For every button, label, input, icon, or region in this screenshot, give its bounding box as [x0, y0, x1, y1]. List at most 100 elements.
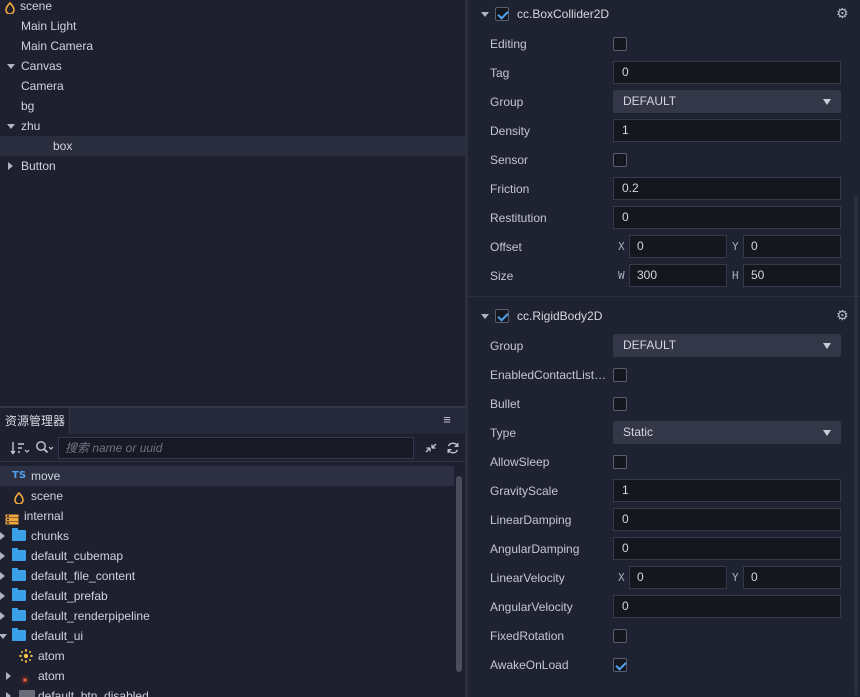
hierarchy-node-label: Canvas [21, 59, 62, 73]
refresh-icon[interactable] [446, 440, 460, 456]
friction-input[interactable]: 0.2 [613, 177, 841, 200]
prop-awake: AwakeOnLoad [468, 650, 860, 679]
prop-label: Size [490, 269, 514, 283]
chevron-down-icon[interactable] [6, 116, 16, 136]
size-h-input[interactable]: 50 [743, 264, 841, 287]
group-select[interactable]: DEFAULT [613, 90, 841, 113]
chevron-right-icon[interactable] [0, 566, 8, 586]
chevron-down-icon[interactable] [480, 4, 490, 24]
hierarchy-node-label: Main Camera [21, 39, 94, 53]
chevron-right-icon[interactable] [0, 586, 8, 606]
editing-checkbox[interactable] [613, 37, 627, 51]
density-input[interactable]: 1 [613, 119, 841, 142]
tag-input[interactable]: 0 [613, 61, 841, 84]
prop-label: AllowSleep [490, 455, 550, 469]
asset-item[interactable]: TS move [0, 466, 454, 486]
contact-listener-checkbox[interactable] [613, 368, 627, 382]
gear-icon[interactable]: ⚙ [836, 6, 850, 20]
asset-item-label: default_prefab [31, 589, 108, 603]
offset-x-input[interactable]: 0 [629, 235, 727, 258]
gravity-input[interactable]: 1 [613, 479, 841, 502]
rigid-body-enabled-checkbox[interactable] [495, 309, 509, 323]
asset-scrollbar[interactable] [455, 464, 463, 697]
awake-checkbox[interactable] [613, 658, 627, 672]
angulardamp-input[interactable]: 0 [613, 537, 841, 560]
prop-angularvel: AngularVelocity 0 [468, 592, 860, 621]
chevron-down-icon[interactable] [480, 306, 490, 326]
component-separator [468, 296, 860, 297]
bullet-checkbox[interactable] [613, 397, 627, 411]
hierarchy-node[interactable]: Camera [0, 76, 465, 96]
asset-item[interactable]: scene [0, 486, 454, 506]
prop-label: Editing [490, 37, 527, 51]
rb-group-select[interactable]: DEFAULT [613, 334, 841, 357]
sensor-checkbox[interactable] [613, 153, 627, 167]
hierarchy-node[interactable]: Main Light [0, 16, 465, 36]
prop-bullet: Bullet [468, 389, 860, 418]
asset-item[interactable]: default_renderpipeline [0, 606, 454, 626]
asset-item[interactable]: default_btn_disabled [0, 686, 454, 697]
lineardamp-input[interactable]: 0 [613, 508, 841, 531]
fixedrot-checkbox[interactable] [613, 629, 627, 643]
chevron-down-icon[interactable] [6, 56, 16, 76]
asset-item[interactable]: internal [0, 506, 454, 526]
chevron-right-icon[interactable] [0, 606, 8, 626]
sort-icon[interactable] [10, 440, 30, 456]
asset-item[interactable]: atom [0, 646, 454, 666]
angularvel-input[interactable]: 0 [613, 595, 841, 618]
asset-scrollbar-thumb[interactable] [456, 476, 462, 672]
prop-contact-listener: EnabledContactListener [468, 360, 860, 389]
asset-item-label: internal [24, 509, 64, 523]
inspector-scrollbar[interactable] [854, 195, 858, 695]
collapse-icon[interactable] [424, 440, 438, 456]
prop-label: Bullet [490, 397, 521, 411]
hierarchy-node[interactable]: scene [0, 0, 465, 16]
group-select-value: DEFAULT [623, 94, 677, 108]
hierarchy-node[interactable]: zhu [0, 116, 465, 136]
hamburger-icon[interactable]: ≡ [439, 412, 455, 428]
chevron-right-icon[interactable] [4, 666, 14, 686]
asset-panel: 资源管理器 ≡ TS move scene internal chunks default… [0, 406, 465, 697]
hierarchy-node[interactable]: Canvas [0, 56, 465, 76]
type-select[interactable]: Static [613, 421, 841, 444]
offset-y-input[interactable]: 0 [743, 235, 841, 258]
asset-item[interactable]: default_ui [0, 626, 454, 646]
size-w-input[interactable]: 300 [629, 264, 727, 287]
folder-icon [12, 528, 26, 541]
hierarchy-node[interactable]: Button [0, 156, 465, 176]
linearvel-y-input[interactable]: 0 [743, 566, 841, 589]
asset-item[interactable]: default_cubemap [0, 546, 454, 566]
search-filter-icon[interactable] [35, 440, 55, 456]
size-h-label: H [732, 269, 739, 282]
rb-group-select-value: DEFAULT [623, 338, 677, 352]
tab-asset-manager[interactable]: 资源管理器 [0, 408, 70, 434]
box-collider-header[interactable]: cc.BoxCollider2D ⚙ [468, 0, 860, 28]
allowsleep-checkbox[interactable] [613, 455, 627, 469]
gear-icon[interactable]: ⚙ [836, 308, 850, 322]
box-collider-enabled-checkbox[interactable] [495, 7, 509, 21]
asset-item[interactable]: atom [0, 666, 454, 686]
chevron-right-icon[interactable] [6, 156, 16, 176]
dropdown-arrow-icon [823, 99, 831, 105]
chevron-right-icon[interactable] [0, 546, 8, 566]
asset-item[interactable]: default_file_content [0, 566, 454, 586]
asset-item[interactable]: chunks [0, 526, 454, 546]
chevron-down-icon[interactable] [0, 626, 8, 646]
chevron-right-icon[interactable] [4, 686, 14, 697]
chevron-right-icon[interactable] [0, 526, 8, 546]
restitution-input[interactable]: 0 [613, 206, 841, 229]
hierarchy-node[interactable]: Main Camera [0, 36, 465, 56]
rigid-body-header[interactable]: cc.RigidBody2D ⚙ [468, 302, 860, 330]
linearvel-x-input[interactable]: 0 [629, 566, 727, 589]
prop-restitution: Restitution 0 [468, 203, 860, 232]
hierarchy-node[interactable]: box [0, 136, 465, 156]
prop-label: Group [490, 95, 524, 109]
search-input[interactable] [58, 437, 414, 459]
hierarchy-node[interactable]: bg [0, 96, 465, 116]
prop-label: Group [490, 339, 524, 353]
prop-friction: Friction 0.2 [468, 174, 860, 203]
asset-tree: TS move scene internal chunks default_cubemap… [0, 464, 454, 697]
asset-toolbar [0, 434, 465, 462]
linearvel-x-label: X [618, 571, 625, 584]
asset-item[interactable]: default_prefab [0, 586, 454, 606]
